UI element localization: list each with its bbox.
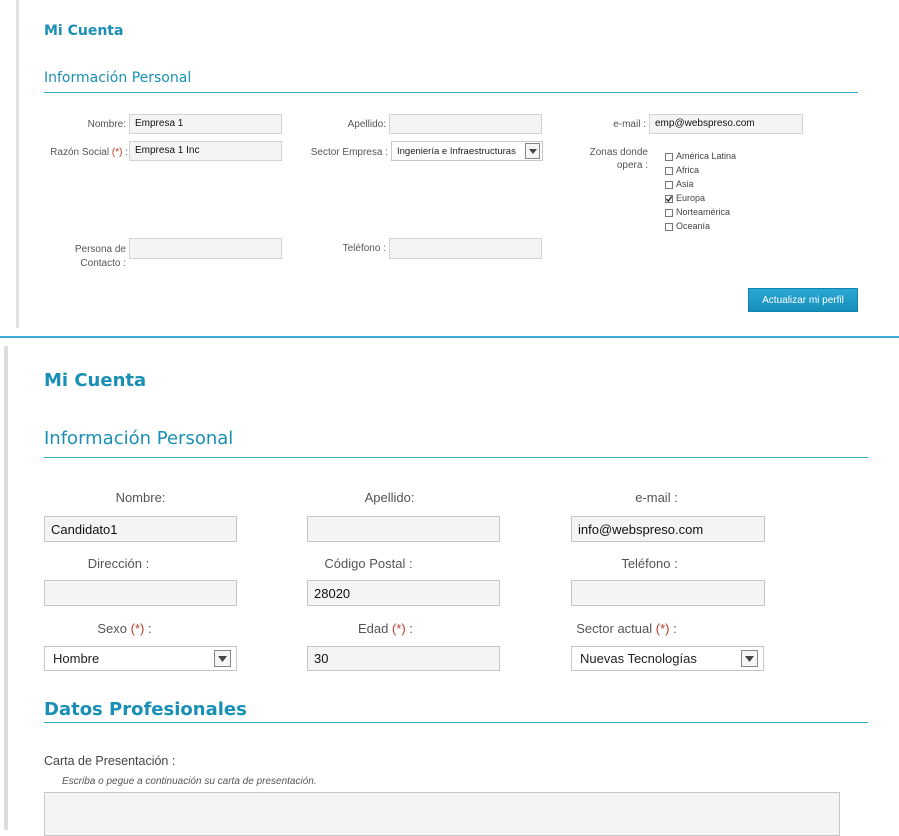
telefono-input[interactable] <box>571 580 765 606</box>
zonas-label-line2: opera : <box>616 160 648 171</box>
zona-label: Asia <box>676 179 694 189</box>
edad-input[interactable]: 30 <box>307 646 500 671</box>
sector-empresa-label: Sector Empresa : <box>310 147 388 158</box>
chevron-down-icon[interactable] <box>741 650 758 667</box>
apellido-input[interactable] <box>389 114 542 134</box>
required-mark: (*) <box>111 147 123 158</box>
colon: : <box>144 621 152 636</box>
direccion-input[interactable] <box>44 580 237 606</box>
zona-label: Oceanía <box>676 221 711 231</box>
zonas-label: Zonas donde opera : <box>560 146 648 172</box>
section-title: Información Personal <box>44 70 192 86</box>
sector-empresa-select[interactable]: Ingeniería e Infraestructuras <box>391 141 543 161</box>
zona-checkbox[interactable] <box>665 195 673 203</box>
telefono-label: Teléfono : <box>342 243 386 254</box>
left-border <box>16 0 19 328</box>
datos-divider <box>44 722 868 723</box>
sector-actual-select[interactable]: Nuevas Tecnologías <box>571 646 764 671</box>
zona-checkbox[interactable] <box>665 209 673 217</box>
update-profile-button[interactable]: Actualizar mi perfil <box>748 288 858 312</box>
colon: : <box>405 621 413 636</box>
zona-checkbox[interactable] <box>665 153 673 161</box>
razon-social-label: Razón Social (*) : <box>30 147 128 158</box>
razon-social-input[interactable]: Empresa 1 Inc <box>129 141 282 161</box>
apellido-input[interactable] <box>307 516 500 542</box>
nombre-input[interactable]: Empresa 1 <box>129 114 282 134</box>
sexo-select[interactable]: Hombre <box>44 646 237 671</box>
sexo-value: Hombre <box>53 651 100 666</box>
sector-empresa-value: Ingeniería e Infraestructuras <box>397 146 516 157</box>
datos-profesionales-title: Datos Profesionales <box>44 699 247 720</box>
carta-textarea[interactable] <box>44 792 840 836</box>
section-divider <box>44 92 858 93</box>
zona-label: Africa <box>676 165 700 175</box>
required-mark: (*) <box>655 621 670 636</box>
colon: : <box>669 621 677 636</box>
zona-label: Norteamérica <box>676 207 731 217</box>
email-label: e-mail : <box>635 490 678 505</box>
nombre-input[interactable]: Candidato1 <box>44 516 237 542</box>
carta-label: Carta de Presentación : <box>44 754 176 768</box>
left-border <box>4 346 8 830</box>
direccion-label: Dirección : <box>87 556 150 571</box>
persona-contacto-label: Persona de Contacto : <box>40 243 126 271</box>
apellido-label: Apellido: <box>347 119 386 130</box>
nombre-label: Nombre: <box>87 119 126 130</box>
email-input[interactable]: emp@webspreso.com <box>649 114 803 134</box>
nombre-label: Nombre: <box>115 490 166 505</box>
zona-checkbox[interactable] <box>665 167 673 175</box>
sector-actual-label: Sector actual (*) : <box>530 621 723 636</box>
codigo-postal-input[interactable]: 28020 <box>307 580 500 606</box>
zonas-label-line1: Zonas donde <box>589 147 648 158</box>
chevron-down-icon[interactable] <box>525 143 540 159</box>
email-label: e-mail : <box>613 119 646 130</box>
sexo-label: Sexo (*) : <box>28 621 221 636</box>
colon: : <box>122 147 128 158</box>
zona-label: Europa <box>676 193 706 203</box>
persona-label-line1: Persona de <box>74 244 126 255</box>
email-input[interactable]: info@webspreso.com <box>571 516 765 542</box>
carta-hint: Escriba o pegue a continuación su carta … <box>62 776 317 787</box>
zona-checkbox[interactable] <box>665 181 673 189</box>
telefono-input[interactable] <box>389 238 542 259</box>
screenshot-separator <box>0 336 899 338</box>
page-title: Mi Cuenta <box>44 23 124 39</box>
sexo-label-text: Sexo <box>97 621 128 636</box>
sector-actual-label-text: Sector actual <box>576 621 653 636</box>
razon-social-label-text: Razón Social <box>50 147 110 158</box>
persona-label-line2: Contacto : <box>80 258 126 269</box>
page-title: Mi Cuenta <box>44 370 147 391</box>
zona-label: América Latina <box>676 151 737 161</box>
sector-actual-value: Nuevas Tecnologías <box>580 651 697 666</box>
zona-checkbox[interactable] <box>665 223 673 231</box>
persona-contacto-input[interactable] <box>129 238 282 259</box>
chevron-down-icon[interactable] <box>214 650 231 667</box>
edad-label: Edad (*) : <box>289 621 482 636</box>
section-title: Información Personal <box>44 428 234 449</box>
codigo-postal-label: Código Postal : <box>324 556 413 571</box>
edad-label-text: Edad <box>358 621 389 636</box>
apellido-label: Apellido: <box>364 490 415 505</box>
required-mark: (*) <box>392 621 406 636</box>
section-divider <box>44 457 868 458</box>
required-mark: (*) <box>130 621 145 636</box>
telefono-label: Teléfono : <box>621 556 678 571</box>
